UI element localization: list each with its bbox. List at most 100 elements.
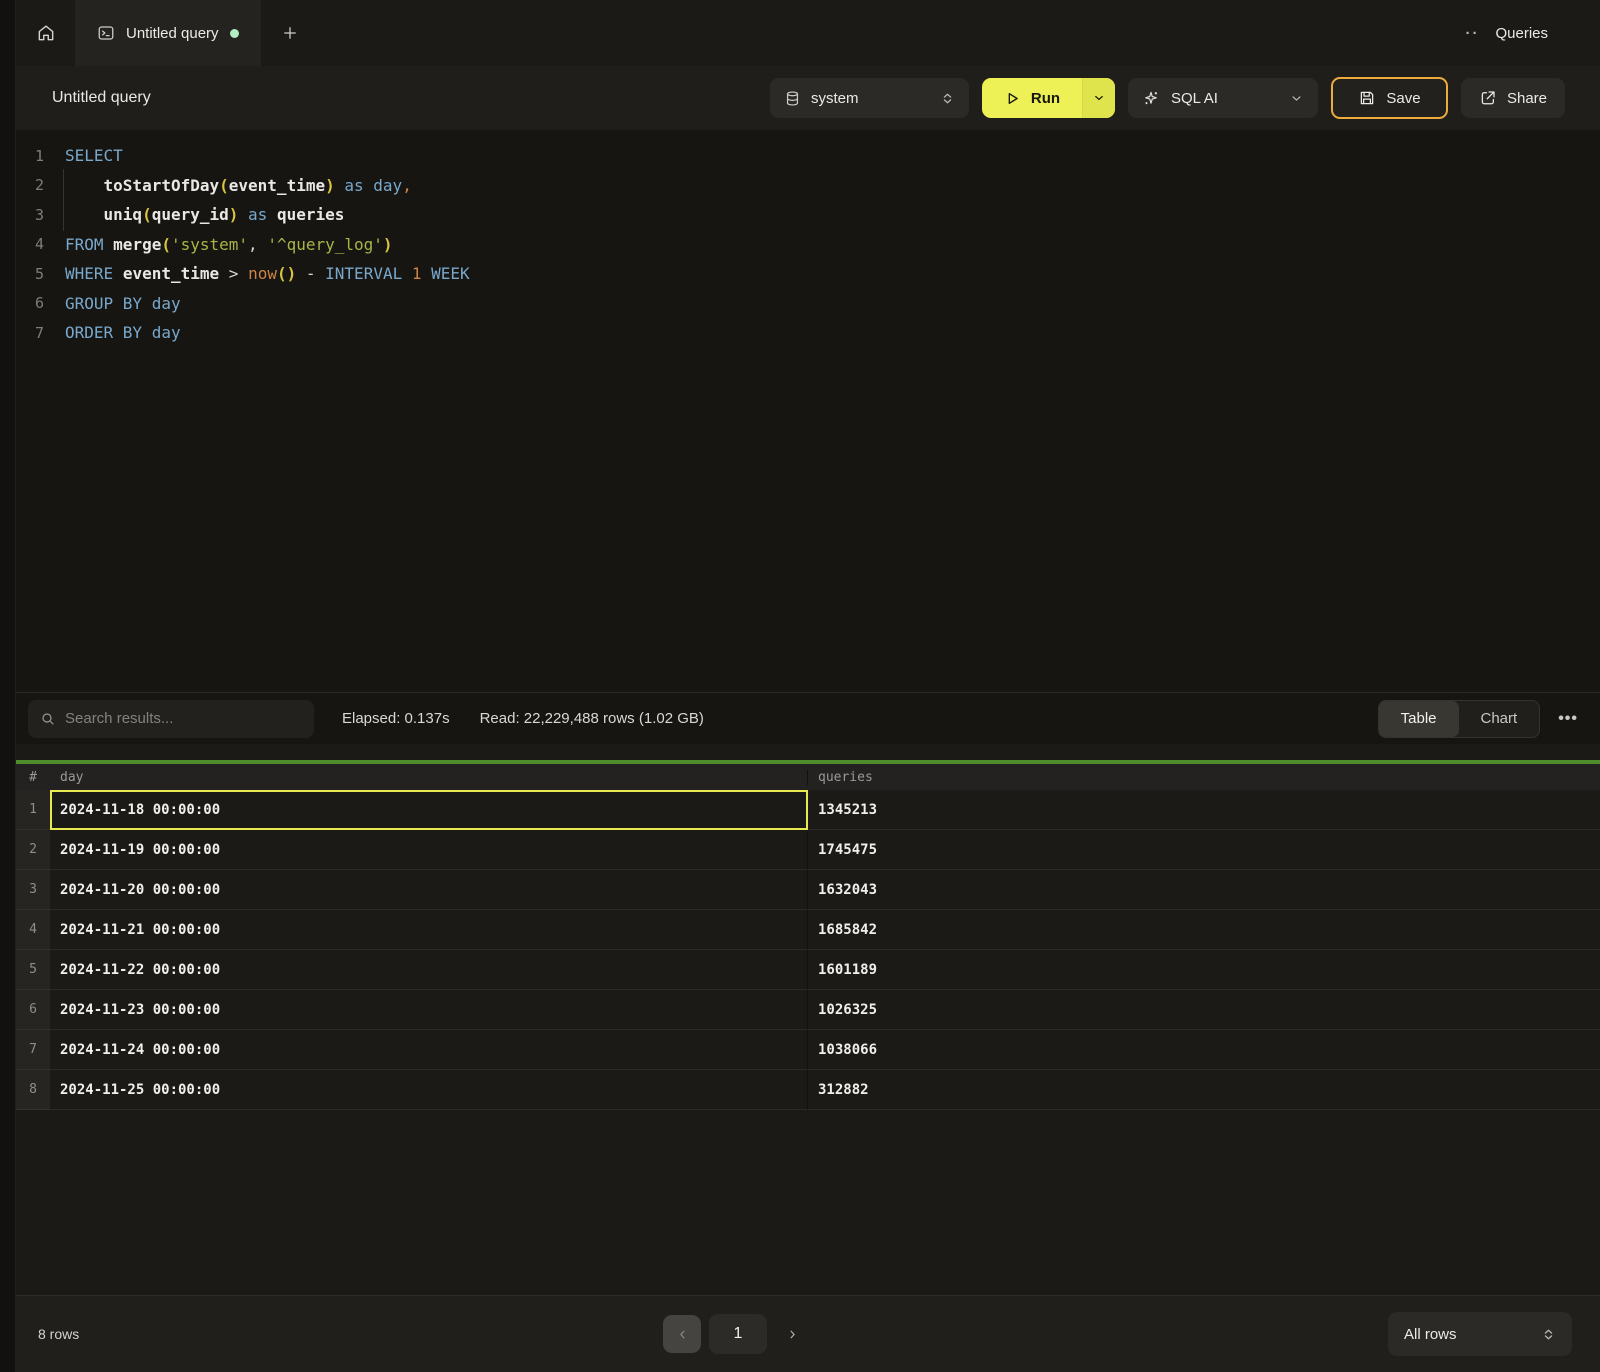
table-row: 12024-11-18 00:00:001345213 [16, 790, 1600, 830]
tab-bar: Untitled query ·· Queries [16, 0, 1600, 66]
table-row: 42024-11-21 00:00:001685842 [16, 910, 1600, 950]
column-header-day[interactable]: day [50, 770, 808, 785]
tab-label: Untitled query [126, 25, 219, 42]
queries-button[interactable]: Queries [1495, 25, 1548, 42]
line-number: 7 [16, 324, 44, 342]
play-icon [1004, 90, 1021, 107]
database-select-value: system [811, 90, 930, 107]
cell-queries[interactable]: 1685842 [808, 910, 1600, 950]
code-line[interactable]: 7 ORDER BY day [16, 318, 1600, 348]
line-number: 5 [16, 265, 44, 283]
query-title: Untitled query [52, 89, 151, 107]
cell-day[interactable]: 2024-11-19 00:00:00 [50, 830, 808, 870]
home-button[interactable] [16, 0, 75, 66]
share-button-label: Share [1507, 90, 1547, 107]
code-text: uniq(query_id) as queries [65, 205, 344, 224]
column-header-index: # [16, 770, 50, 785]
cell-queries[interactable]: 312882 [808, 1070, 1600, 1110]
tab-table-view[interactable]: Table [1379, 701, 1459, 737]
home-icon [36, 23, 56, 43]
cell-day[interactable]: 2024-11-25 00:00:00 [50, 1070, 808, 1110]
sparkle-icon [1142, 89, 1160, 107]
tab-untitled-query[interactable]: Untitled query [75, 0, 261, 66]
search-icon [40, 711, 56, 727]
share-external-icon [1479, 89, 1497, 107]
view-toggle: Table Chart [1378, 700, 1541, 738]
rows-per-page-value: All rows [1404, 1326, 1541, 1343]
sql-ai-button[interactable]: SQL AI [1128, 78, 1318, 118]
run-button[interactable]: Run [982, 78, 1115, 118]
row-index: 5 [16, 950, 50, 990]
code-text: SELECT [65, 146, 123, 165]
table-row: 82024-11-25 00:00:00312882 [16, 1070, 1600, 1110]
sql-editor[interactable]: 1SELECT2 toStartOfDay(event_time) as day… [16, 130, 1600, 692]
cell-queries[interactable]: 1345213 [808, 790, 1600, 830]
query-toolbar: Untitled query system Run [16, 66, 1600, 130]
line-number: 2 [16, 176, 44, 194]
unsaved-indicator-dot [230, 29, 239, 38]
results-search[interactable] [28, 700, 314, 738]
line-number: 4 [16, 235, 44, 253]
rows-per-page-select[interactable]: All rows [1388, 1312, 1572, 1356]
code-line[interactable]: 4FROM merge('system', '^query_log') [16, 230, 1600, 260]
cell-day[interactable]: 2024-11-23 00:00:00 [50, 990, 808, 1030]
sql-ai-label: SQL AI [1171, 90, 1278, 107]
table-row: 72024-11-24 00:00:001038066 [16, 1030, 1600, 1070]
cell-day[interactable]: 2024-11-22 00:00:00 [50, 950, 808, 990]
chevron-left-icon [676, 1328, 689, 1341]
next-page-button[interactable] [775, 1315, 809, 1353]
save-icon [1358, 89, 1376, 107]
share-button[interactable]: Share [1461, 78, 1565, 118]
chevron-down-icon [1289, 91, 1304, 106]
current-page-button[interactable]: 1 [709, 1314, 767, 1354]
save-button-label: Save [1386, 90, 1420, 107]
table-row: 52024-11-22 00:00:001601189 [16, 950, 1600, 990]
column-header-queries[interactable]: queries [808, 770, 1600, 785]
elapsed-stat: Elapsed: 0.137s [342, 710, 450, 727]
cell-day[interactable]: 2024-11-21 00:00:00 [50, 910, 808, 950]
table-row: 22024-11-19 00:00:001745475 [16, 830, 1600, 870]
code-text: toStartOfDay(event_time) as day, [65, 176, 412, 195]
sql-console-window: Untitled query ·· Queries Untitled query [0, 0, 1600, 1372]
read-stat: Read: 22,229,488 rows (1.02 GB) [480, 710, 704, 727]
line-number: 3 [16, 206, 44, 224]
run-options-button[interactable] [1082, 78, 1115, 118]
table-row: 32024-11-20 00:00:001632043 [16, 870, 1600, 910]
new-tab-button[interactable] [261, 0, 319, 66]
code-line[interactable]: 1SELECT [16, 141, 1600, 171]
results-toolbar: Elapsed: 0.137s Read: 22,229,488 rows (1… [16, 692, 1600, 744]
tab-chart-view[interactable]: Chart [1459, 701, 1540, 737]
previous-page-button[interactable] [663, 1315, 701, 1353]
row-index: 8 [16, 1070, 50, 1110]
cell-queries[interactable]: 1026325 [808, 990, 1600, 1030]
code-line[interactable]: 6GROUP BY day [16, 289, 1600, 319]
selected-cell-day[interactable]: 2024-11-18 00:00:00 [50, 790, 808, 830]
run-button-label: Run [1031, 90, 1060, 107]
code-line[interactable]: 2 toStartOfDay(event_time) as day, [16, 171, 1600, 201]
table-header: # day queries [16, 764, 1600, 790]
cell-day[interactable]: 2024-11-24 00:00:00 [50, 1030, 808, 1070]
results-more-icon[interactable]: ••• [1558, 710, 1578, 728]
code-text: ORDER BY day [65, 323, 181, 342]
row-count: 8 rows [38, 1326, 79, 1342]
results-footer: 8 rows 1 All rows [16, 1295, 1600, 1372]
row-index: 7 [16, 1030, 50, 1070]
code-line[interactable]: 3 uniq(query_id) as queries [16, 200, 1600, 230]
cell-queries[interactable]: 1601189 [808, 950, 1600, 990]
cell-queries[interactable]: 1632043 [808, 870, 1600, 910]
row-index: 6 [16, 990, 50, 1030]
results-search-input[interactable] [65, 710, 302, 727]
database-select[interactable]: system [770, 78, 969, 118]
more-options-icon[interactable]: ·· [1465, 25, 1479, 42]
cell-day[interactable]: 2024-11-20 00:00:00 [50, 870, 808, 910]
database-icon [784, 90, 801, 107]
left-rail [0, 0, 16, 1372]
pagination: 1 [663, 1314, 809, 1354]
save-button[interactable]: Save [1331, 77, 1448, 119]
cell-queries[interactable]: 1038066 [808, 1030, 1600, 1070]
table-row: 62024-11-23 00:00:001026325 [16, 990, 1600, 1030]
cell-queries[interactable]: 1745475 [808, 830, 1600, 870]
code-lines: 1SELECT2 toStartOfDay(event_time) as day… [16, 141, 1600, 348]
table-rows: 12024-11-18 00:00:00134521322024-11-19 0… [16, 790, 1600, 1110]
code-line[interactable]: 5WHERE event_time > now() - INTERVAL 1 W… [16, 259, 1600, 289]
